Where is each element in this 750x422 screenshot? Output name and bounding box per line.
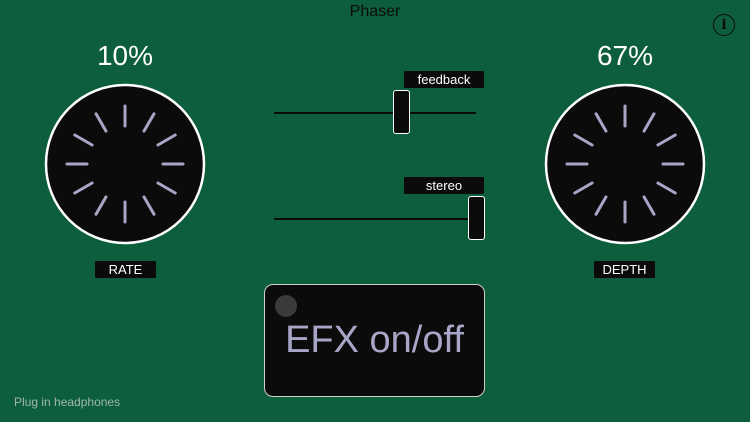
rate-label: RATE	[95, 261, 156, 278]
info-button[interactable]: i	[713, 14, 735, 36]
efx-toggle-button[interactable]: EFX on/off	[264, 284, 485, 397]
status-message: Plug in headphones	[14, 395, 121, 409]
stereo-slider-thumb[interactable]	[467, 196, 485, 240]
page-title: Phaser	[349, 3, 401, 20]
stereo-label: stereo	[404, 177, 484, 194]
depth-label: DEPTH	[594, 261, 655, 278]
depth-knob-dial[interactable]	[543, 82, 707, 246]
rate-value: 10%	[96, 40, 154, 71]
efx-button-label: EFX on/off	[285, 319, 464, 361]
depth-knob[interactable]	[543, 82, 707, 246]
depth-value: 67%	[596, 40, 654, 71]
stereo-slider-track[interactable]	[274, 218, 476, 220]
feedback-label: feedback	[404, 71, 484, 88]
info-icon: i	[721, 17, 727, 33]
feedback-slider-thumb[interactable]	[392, 90, 410, 134]
feedback-slider-track[interactable]	[274, 112, 476, 114]
rate-knob-dial[interactable]	[43, 82, 207, 246]
rate-knob[interactable]	[43, 82, 207, 246]
efx-status-led	[275, 295, 297, 317]
